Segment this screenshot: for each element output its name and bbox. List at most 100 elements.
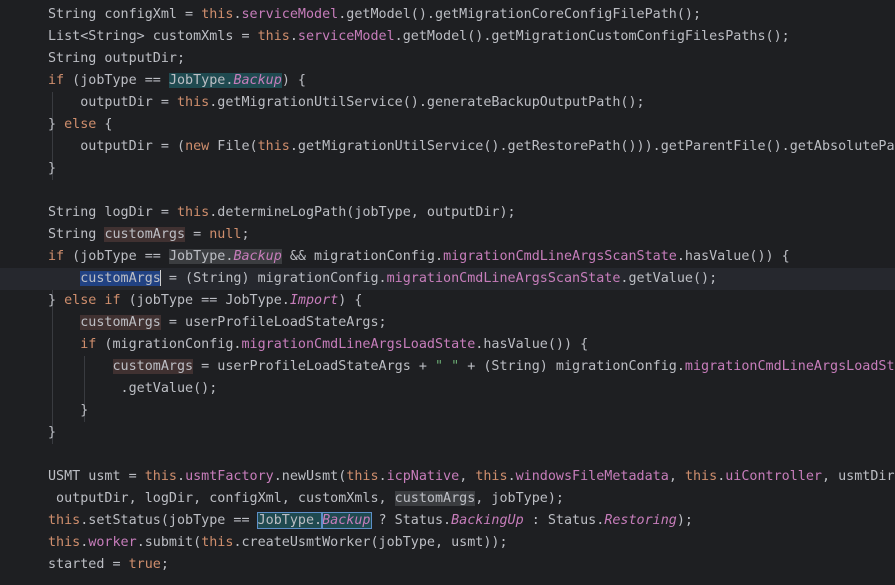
code-line[interactable]: outputDir = this.getMigrationUtilService…	[0, 92, 895, 114]
code-line[interactable]: String logDir = this.determineLogPath(jo…	[0, 202, 895, 224]
code-line[interactable]: } else {	[0, 114, 895, 136]
code-token: this	[177, 205, 210, 220]
code-line[interactable]: if (jobType == JobType.Backup && migrati…	[0, 246, 895, 268]
code-token: (jobType == JobType.	[120, 293, 290, 308]
code-token: (jobType ==	[64, 73, 169, 88]
code-token: ,	[668, 469, 685, 484]
code-token: this	[144, 469, 177, 484]
code-token: customArgs	[394, 491, 476, 506]
code-line[interactable]: String outputDir;	[0, 48, 895, 70]
code-token: .getValue();	[48, 381, 218, 396]
code-token: worker	[88, 535, 137, 550]
code-line[interactable]: .getValue();	[0, 378, 895, 400]
code-line[interactable]: this.setStatus(jobType == JobType.Backup…	[0, 510, 895, 532]
code-text: if (jobType == JobType.Backup) {	[48, 70, 306, 92]
code-text: started = true;	[48, 554, 169, 576]
code-token: String outputDir;	[48, 51, 186, 66]
code-token: ? Status.	[370, 513, 452, 528]
code-line[interactable]: outputDir, logDir, configXml, customXmls…	[0, 488, 895, 510]
code-token: {	[96, 117, 113, 132]
code-token: .getModel().getMigrationCoreConfigFilePa…	[338, 7, 702, 22]
code-line[interactable]: String customArgs = null;	[0, 224, 895, 246]
code-token: JobType.	[168, 73, 234, 88]
code-line[interactable]: String configXml = this.serviceModel.get…	[0, 4, 895, 26]
code-token: (migrationConfig.	[96, 337, 242, 352]
code-line[interactable]: USMT usmt = this.usmtFactory.newUsmt(thi…	[0, 466, 895, 488]
code-text: if (jobType == JobType.Backup && migrati…	[48, 246, 790, 268]
code-editor[interactable]: String usmtDir = MigrationService.Proper…	[0, 0, 895, 585]
code-token: Backup	[321, 512, 372, 529]
code-token: ) {	[281, 73, 306, 88]
code-line[interactable]: if (migrationConfig.migrationCmdLineArgs…	[0, 334, 895, 356]
code-token: , jobType);	[475, 491, 564, 506]
code-token: File(	[209, 139, 258, 154]
code-line[interactable]: }	[0, 400, 895, 422]
code-text: customArgs = (String) migrationConfig.mi…	[48, 268, 717, 290]
code-text: if (migrationConfig.migrationCmdLineArgs…	[48, 334, 588, 356]
code-token: ;	[160, 557, 169, 572]
code-token: }	[48, 425, 57, 440]
code-token: JobType.	[256, 512, 324, 529]
code-line[interactable]: customArgs = userProfileLoadStateArgs + …	[0, 356, 895, 378]
code-token: if	[48, 73, 65, 88]
code-token: outputDir =	[48, 95, 177, 110]
code-token: ) {	[338, 293, 363, 308]
code-line[interactable]: }	[0, 422, 895, 444]
code-line[interactable]: List<String> customXmls = this.serviceMo…	[0, 26, 895, 48]
code-token: .newUsmt(	[273, 469, 347, 484]
code-token: USMT usmt =	[48, 469, 145, 484]
code-text: String configXml = this.serviceModel.get…	[48, 4, 701, 26]
code-text: outputDir = this.getMigrationUtilService…	[48, 92, 644, 114]
code-token: migrationCmdLineArgsLoadState	[241, 337, 476, 352]
code-token: icpNative	[386, 469, 460, 484]
code-token: windowsFileMetadata	[515, 469, 669, 484]
code-token: this	[201, 7, 234, 22]
code-token: this	[684, 469, 718, 484]
code-line[interactable]: customArgs = userProfileLoadStateArgs;	[0, 312, 895, 334]
code-text: USMT usmt = this.usmtFactory.newUsmt(thi…	[48, 466, 895, 488]
code-text: customArgs = userProfileLoadStateArgs + …	[48, 356, 895, 378]
code-token: this	[48, 535, 81, 550]
code-token: );	[676, 513, 693, 528]
code-text: customArgs = userProfileLoadStateArgs;	[48, 312, 387, 334]
code-token: else if	[64, 293, 121, 308]
code-text: } else if (jobType == JobType.Import) {	[48, 290, 362, 312]
code-line[interactable]: if (jobType == JobType.Backup) {	[0, 70, 895, 92]
code-line[interactable]	[0, 444, 895, 466]
code-token: String configXml =	[48, 7, 202, 22]
code-token: (jobType ==	[64, 249, 169, 264]
code-text: .getValue();	[48, 378, 218, 400]
code-token: .hasValue()) {	[475, 337, 589, 352]
code-line[interactable]: this.worker.submit(this.createUsmtWorker…	[0, 532, 895, 554]
code-token: + (String) migrationConfig.	[459, 359, 685, 374]
code-token: customArgs	[80, 315, 161, 330]
code-text: }	[48, 400, 88, 422]
code-token: ;	[241, 227, 250, 242]
code-token: .	[289, 29, 298, 44]
code-line[interactable]: }	[0, 158, 895, 180]
code-line-current[interactable]: customArgs = (String) migrationConfig.mi…	[0, 268, 895, 290]
code-token: JobType.	[168, 249, 234, 264]
code-token: && migrationConfig.	[281, 249, 444, 264]
code-token: String logDir =	[48, 205, 177, 220]
code-token: String	[48, 227, 105, 242]
code-token: if	[48, 249, 65, 264]
code-text: }	[48, 158, 56, 180]
code-line[interactable]: outputDir = (new File(this.getMigrationU…	[0, 136, 895, 158]
code-token: this	[346, 469, 379, 484]
code-token: " "	[434, 359, 460, 374]
code-text: this.worker.submit(this.createUsmtWorker…	[48, 532, 508, 554]
code-token: Import	[289, 293, 339, 308]
code-line[interactable]	[0, 180, 895, 202]
code-line[interactable]: } else if (jobType == JobType.Import) {	[0, 290, 895, 312]
code-token: = userProfileLoadStateArgs;	[160, 315, 387, 330]
code-token: List<String> customXmls =	[48, 29, 258, 44]
code-text: this.setStatus(jobType == JobType.Backup…	[48, 510, 693, 532]
code-token: ,	[459, 469, 476, 484]
code-line[interactable]: started = true;	[0, 554, 895, 576]
code-text: List<String> customXmls = this.serviceMo…	[48, 26, 790, 48]
code-token: this	[475, 469, 508, 484]
code-token: .getValue();	[620, 271, 718, 286]
code-token: uiController	[725, 469, 822, 484]
